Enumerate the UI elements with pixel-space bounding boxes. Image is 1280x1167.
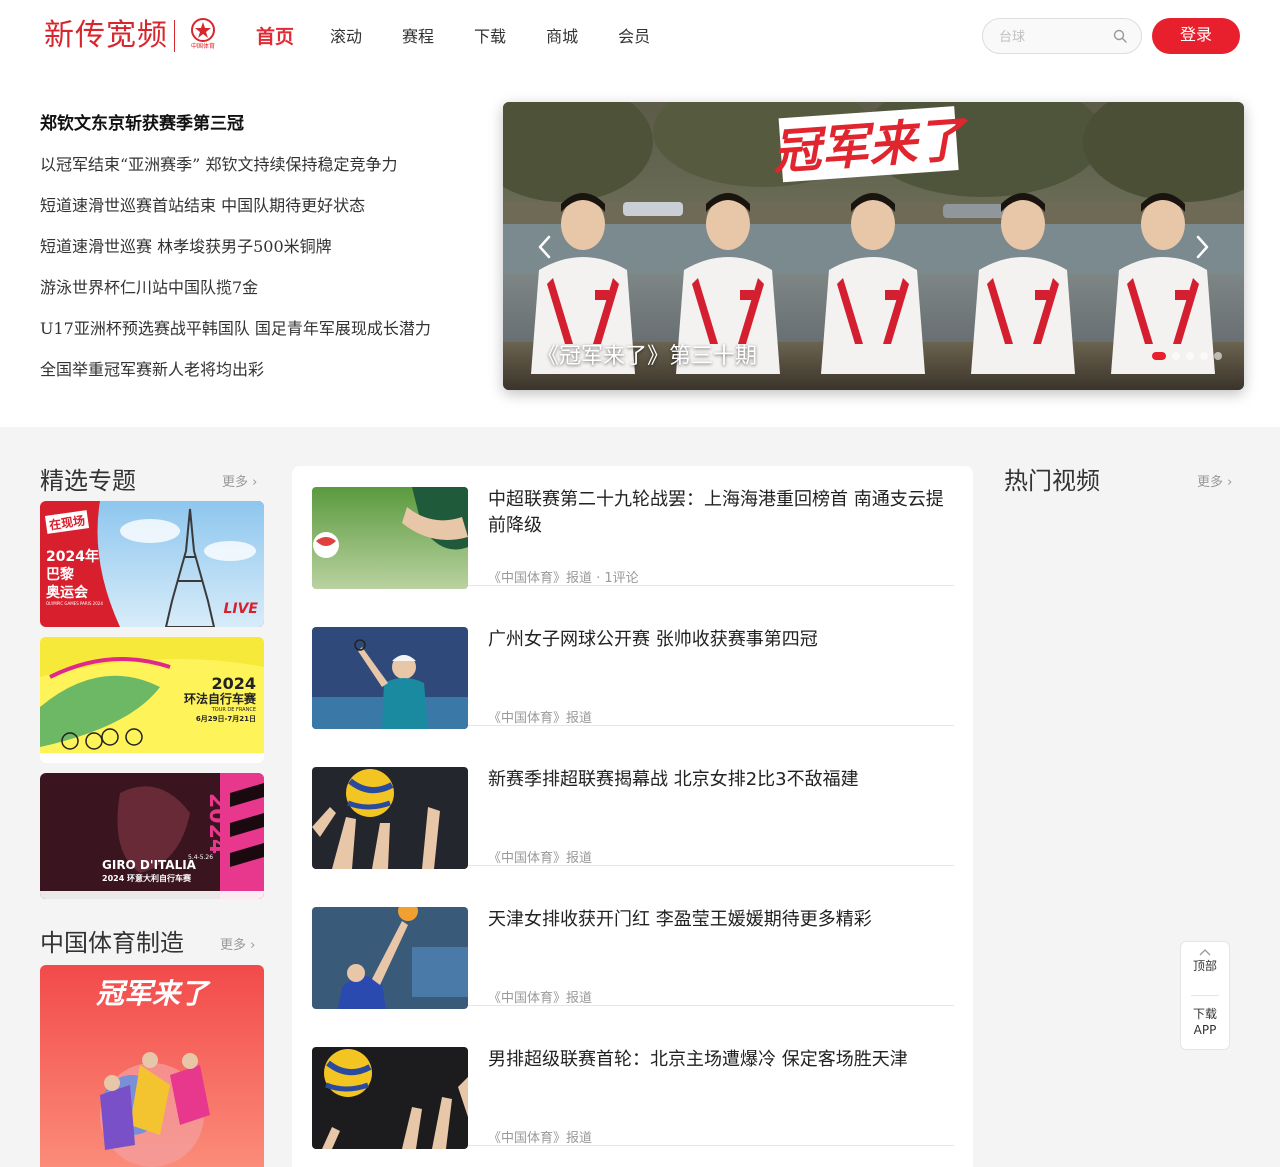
logo-text: 新传宽频 <box>44 18 168 53</box>
nav-mall[interactable]: 商城 <box>546 22 578 52</box>
feed-title: 中超联赛第二十九轮战罢：上海海港重回榜首 南通支云提前降级 <box>488 489 944 536</box>
nav-home[interactable]: 首页 <box>256 22 294 52</box>
carousel-next-icon[interactable] <box>1190 232 1214 262</box>
carousel-dot[interactable] <box>1152 352 1166 360</box>
feed-thumb-volleyball-hands <box>312 767 468 869</box>
toolbar-divider <box>1191 995 1219 996</box>
feed-meta: 《中国体育》报道 <box>488 711 593 726</box>
feed-meta: 《中国体育》报道 · 1评论 <box>488 571 639 586</box>
feed-title: 男排超级联赛首轮：北京主场遭爆冷 保定客场胜天津 <box>488 1049 908 1070</box>
feed-title: 广州女子网球公开赛 张帅收获赛事第四冠 <box>488 629 818 650</box>
feed-thumb-soccer <box>312 487 468 589</box>
carousel-dot[interactable] <box>1214 352 1222 360</box>
china-sports-logo-icon: 中国体育 <box>183 17 223 55</box>
giro-italia-image: GIRO D'ITALIA 2024 环意大利自行车赛 5.4-5.26 202… <box>40 773 264 899</box>
nav-download[interactable]: 下载 <box>474 22 506 52</box>
hot-videos-more-label: 更多 <box>1197 475 1224 490</box>
top-section: 郑钦文东京斩获赛季第三冠 以冠军结束“亚洲赛季” 郑钦文持续保持稳定竞争力 短道… <box>0 72 1280 427</box>
made-in-section-title: 中国体育制造 <box>40 929 184 957</box>
chevron-up-icon <box>1199 949 1211 956</box>
carousel-dots <box>1152 352 1222 360</box>
carousel-prev-icon[interactable] <box>533 232 557 262</box>
feed-title: 天津女排收获开门红 李盈莹王媛媛期待更多精彩 <box>488 909 872 930</box>
tdf-title: 环法自行车赛 <box>184 691 257 706</box>
made-in-more-label: 更多 <box>220 938 247 953</box>
tdf-sub: TOUR DE FRANCE <box>211 707 256 713</box>
feed-meta: 《中国体育》报道 <box>488 1131 593 1146</box>
login-button[interactable]: 登录 <box>1152 18 1240 54</box>
chevron-right-icon: › <box>1227 475 1233 490</box>
feed-title: 新赛季排超联赛揭幕战 北京女排2比3不敌福建 <box>488 769 859 790</box>
headline-item[interactable]: 以冠军结束“亚洲赛季” 郑钦文持续保持稳定竞争力 <box>40 153 480 194</box>
giro-sub: 2024 环意大利自行车赛 <box>102 873 192 883</box>
nav-member[interactable]: 会员 <box>618 22 650 52</box>
hot-videos-title: 热门视频 <box>1004 467 1100 495</box>
champions-image: 冠军来了 <box>40 965 264 1167</box>
tour-de-france-image: 2024 环法自行车赛 TOUR DE FRANCE 6月29日-7月21日 <box>40 637 264 763</box>
tdf-year: 2024 <box>211 674 256 693</box>
nav-scroll[interactable]: 滚动 <box>330 22 362 52</box>
headline-item[interactable]: 短道速滑世巡赛 林孝埈获男子500米铜牌 <box>40 235 480 276</box>
carousel-dot[interactable] <box>1172 352 1180 360</box>
tdf-dates: 6月29日-7月21日 <box>196 715 256 723</box>
search-box <box>982 18 1142 54</box>
floating-toolbar: 顶部 下载 APP <box>1180 941 1230 1050</box>
giro-year: 2024 <box>204 793 229 854</box>
featured-more-label: 更多 <box>222 475 249 490</box>
nav-schedule[interactable]: 赛程 <box>402 22 434 52</box>
main-nav: 首页 滚动 赛程 下载 商城 会员 <box>256 22 690 52</box>
app-label: APP <box>1193 1023 1217 1037</box>
made-in-more-link[interactable]: 更多 › <box>220 937 255 955</box>
headline-item[interactable]: U17亚洲杯预选赛战平韩国队 国足青年军展现成长潜力 <box>40 317 480 358</box>
back-to-top-label: 顶部 <box>1192 959 1217 973</box>
download-app-button[interactable]: 下载 APP <box>1181 1006 1229 1038</box>
site-header: 新传宽频 中国体育 首页 滚动 赛程 下载 商城 会员 登录 <box>0 0 1280 72</box>
featured-more-link[interactable]: 更多 › <box>222 474 257 492</box>
logo-sub-text: 中国体育 <box>190 43 215 50</box>
giro-dates: 5.4-5.26 <box>188 854 213 861</box>
paris-live-badge: LIVE <box>223 601 258 617</box>
paris-line-3: 奥运会 <box>46 584 89 601</box>
champions-card-text: 冠军来了 <box>95 977 211 1010</box>
download-label: 下载 <box>1192 1007 1217 1021</box>
carousel-dot[interactable] <box>1186 352 1194 360</box>
topic-card-paris-olympics[interactable]: 在现场 2024年 巴黎 奥运会 OLYMPIC GAMES PARIS 202… <box>40 501 264 627</box>
hot-videos-more-link[interactable]: 更多 › <box>1197 474 1232 492</box>
feed-item[interactable]: 广州女子网球公开赛 张帅收获赛事第四冠 《中国体育》报道 <box>312 606 954 729</box>
news-feed: 中超联赛第二十九轮战罢：上海海港重回榜首 南通支云提前降级 《中国体育》报道 ·… <box>292 466 973 1167</box>
chevron-right-icon: › <box>250 938 256 953</box>
feed-thumb-tennis <box>312 627 468 729</box>
feed-meta: 《中国体育》报道 <box>488 851 593 866</box>
headline-item[interactable]: 游泳世界杯仁川站中国队揽7金 <box>40 276 480 317</box>
paris-line-1: 2024年 <box>46 548 99 565</box>
featured-section-title: 精选专题 <box>40 467 136 495</box>
search-input[interactable] <box>999 19 1109 53</box>
headline-item[interactable]: 郑钦文东京斩获赛季第三冠 <box>40 112 480 153</box>
headline-item[interactable]: 全国举重冠军赛新人老将均出彩 <box>40 358 480 399</box>
headline-item[interactable]: 短道速滑世巡赛首站结束 中国队期待更好状态 <box>40 194 480 235</box>
back-to-top-button[interactable]: 顶部 <box>1181 948 1229 974</box>
feed-meta: 《中国体育》报道 <box>488 991 593 1006</box>
headline-list: 郑钦文东京斩获赛季第三冠 以冠军结束“亚洲赛季” 郑钦文持续保持稳定竞争力 短道… <box>40 112 480 399</box>
feed-thumb-volleyball-block <box>312 1047 468 1149</box>
paris-olympics-image: 在现场 2024年 巴黎 奥运会 OLYMPIC GAMES PARIS 202… <box>40 501 264 627</box>
paris-line-2: 巴黎 <box>46 566 74 583</box>
hero-carousel[interactable]: 冠军来了 《冠军来了》第三十期 <box>503 102 1244 390</box>
site-logo[interactable]: 新传宽频 中国体育 <box>44 16 223 56</box>
carousel-dot[interactable] <box>1200 352 1208 360</box>
feed-item[interactable]: 天津女排收获开门红 李盈莹王媛媛期待更多精彩 《中国体育》报道 <box>312 886 954 1009</box>
topic-card-champions[interactable]: 冠军来了 <box>40 965 264 1167</box>
feed-thumb-volleyball-spike <box>312 907 468 1009</box>
feed-item[interactable]: 新赛季排超联赛揭幕战 北京女排2比3不敌福建 《中国体育》报道 <box>312 746 954 869</box>
logo-divider <box>174 20 175 52</box>
chevron-right-icon: › <box>252 475 258 490</box>
topic-card-giro-italia[interactable]: GIRO D'ITALIA 2024 环意大利自行车赛 5.4-5.26 202… <box>40 773 264 899</box>
feed-item[interactable]: 中超联赛第二十九轮战罢：上海海港重回榜首 南通支云提前降级 《中国体育》报道 ·… <box>312 466 954 589</box>
carousel-caption: 《冠军来了》第三十期 <box>537 344 758 369</box>
paris-sub: OLYMPIC GAMES PARIS 2024 <box>46 601 103 606</box>
feed-item[interactable]: 男排超级联赛首轮：北京主场遭爆冷 保定客场胜天津 《中国体育》报道 <box>312 1026 954 1149</box>
search-icon[interactable] <box>1113 29 1127 43</box>
topic-card-tour-de-france[interactable]: 2024 环法自行车赛 TOUR DE FRANCE 6月29日-7月21日 <box>40 637 264 763</box>
giro-title: GIRO D'ITALIA <box>102 858 197 872</box>
